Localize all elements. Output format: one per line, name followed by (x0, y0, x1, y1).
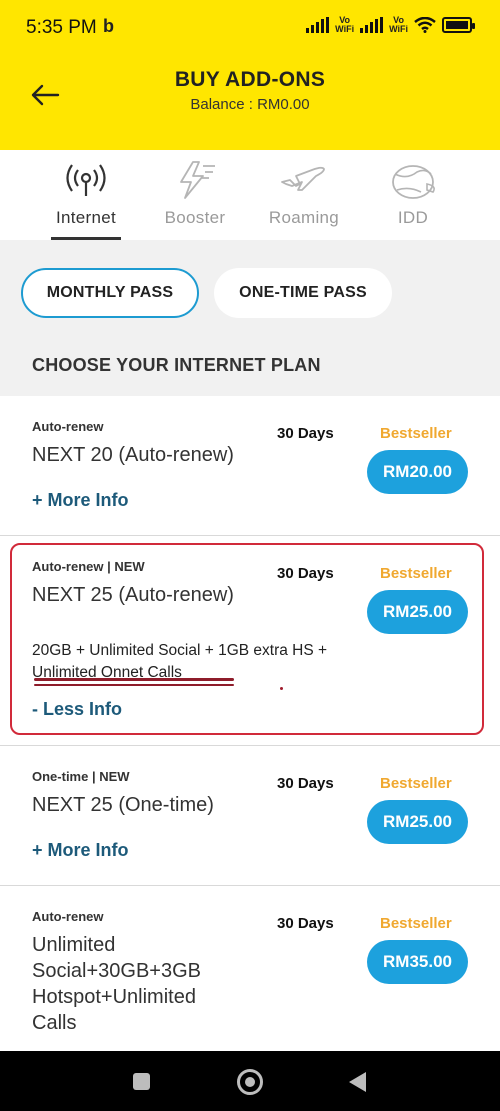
annotation-dot (280, 687, 283, 690)
category-tabs: Internet Booster Roaming IDD (0, 150, 500, 240)
home-icon[interactable] (237, 1069, 263, 1095)
plan-tag: Auto-renew | NEW (32, 559, 145, 574)
status-icons: Vo WiFi Vo WiFi (306, 15, 475, 34)
tab-label: Internet (55, 208, 117, 227)
plan-duration: 30 Days (277, 565, 334, 582)
tab-idd[interactable]: IDD (358, 150, 468, 240)
more-info-link[interactable]: + More Info (32, 840, 129, 861)
app-notification-icon: b (103, 16, 114, 36)
antenna-icon (66, 164, 106, 196)
annotation-underline (34, 684, 234, 686)
price-button[interactable]: RM35.00 (367, 940, 468, 984)
section-title: CHOOSE YOUR INTERNET PLAN (32, 355, 321, 375)
plan-card[interactable]: Auto-renew | NEW NEXT 25 (Auto-renew) 30… (0, 536, 500, 746)
signal-icon (306, 17, 330, 33)
plan-tag: One-time | NEW (32, 769, 130, 784)
back-triangle-icon[interactable] (349, 1072, 366, 1092)
monthly-pass-button[interactable]: MONTHLY PASS (21, 268, 199, 318)
price-button[interactable]: RM20.00 (367, 450, 468, 494)
bestseller-badge: Bestseller (380, 565, 452, 582)
system-nav-bar (0, 1051, 500, 1111)
price-button[interactable]: RM25.00 (367, 590, 468, 634)
tab-label: Booster (164, 208, 226, 227)
plan-tag: Auto-renew (32, 909, 104, 924)
plan-card[interactable]: Auto-renew Unlimited Social+30GB+3GB Hot… (0, 886, 500, 1056)
airplane-icon (281, 166, 325, 191)
tab-booster[interactable]: Booster (140, 150, 250, 240)
plan-duration: 30 Days (277, 915, 334, 932)
signal-icon (360, 17, 384, 33)
globe-phone-icon (392, 165, 435, 199)
bestseller-badge: Bestseller (380, 775, 452, 792)
page-title: BUY ADD-ONS (174, 68, 326, 91)
status-time: 5:35 PM (26, 17, 97, 38)
less-info-link[interactable]: - Less Info (32, 699, 122, 720)
balance-text: Balance : RM0.00 (190, 96, 310, 113)
tab-internet[interactable]: Internet (31, 150, 141, 240)
plan-duration: 30 Days (277, 775, 334, 792)
plan-card[interactable]: One-time | NEW NEXT 25 (One-time) 30 Day… (0, 746, 500, 886)
active-tab-indicator (51, 237, 121, 240)
annotation-underline (34, 678, 234, 681)
app-header: 5:35 PM b Vo WiFi Vo WiFi BUY ADD-ONS Bala… (0, 0, 500, 150)
vowifi-icon: Vo WiFi (389, 15, 408, 34)
wifi-icon (414, 17, 436, 33)
more-info-link[interactable]: + More Info (32, 490, 129, 511)
plan-tag: Auto-renew (32, 419, 104, 434)
plan-name: NEXT 25 (One-time) (32, 794, 214, 816)
vowifi-icon: Vo WiFi (335, 15, 355, 34)
price-button[interactable]: RM25.00 (367, 800, 468, 844)
plan-name: NEXT 25 (Auto-renew) (32, 584, 234, 606)
one-time-pass-button[interactable]: ONE-TIME PASS (214, 268, 392, 318)
tab-label: IDD (397, 208, 429, 227)
plan-name: Unlimited Social+30GB+3GB Hotspot+Unlimi… (32, 934, 201, 1034)
plan-name: NEXT 20 (Auto-renew) (32, 444, 234, 466)
plan-duration: 30 Days (277, 425, 334, 442)
bestseller-badge: Bestseller (380, 915, 452, 932)
lightning-icon (180, 161, 215, 199)
tab-roaming[interactable]: Roaming (249, 150, 359, 240)
bestseller-badge: Bestseller (380, 425, 452, 442)
battery-icon (442, 17, 475, 33)
tab-label: Roaming (268, 208, 340, 227)
status-bar: 5:35 PM b Vo WiFi Vo WiFi (0, 0, 500, 56)
recent-apps-icon[interactable] (133, 1073, 150, 1090)
plan-card[interactable]: Auto-renew NEXT 20 (Auto-renew) 30 Days … (0, 396, 500, 536)
